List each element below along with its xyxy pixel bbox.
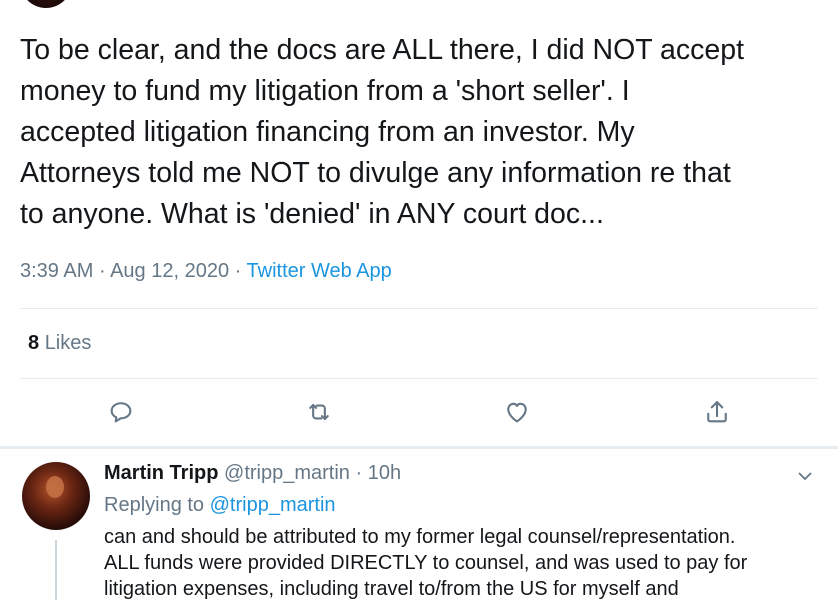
tweet-time[interactable]: 3:39 AM (20, 260, 93, 282)
section-divider (0, 446, 838, 449)
likes-number: 8 (28, 332, 40, 354)
share-button[interactable] (700, 395, 734, 429)
reply-author-avatar[interactable] (22, 462, 90, 530)
tweet-date[interactable]: Aug 12, 2020 (110, 260, 229, 282)
tweet-line: Attorneys told me NOT to divulge any inf… (20, 157, 731, 189)
meta-separator: · (234, 260, 242, 282)
tweet-metadata: 3:39 AM · Aug 12, 2020 · Twitter Web App (20, 260, 392, 283)
retweet-button[interactable] (302, 395, 336, 429)
replying-to: Replying to @tripp_martin (104, 494, 336, 517)
tweet-line: money to fund my litigation from a 'shor… (20, 75, 630, 107)
tweet-line: To be clear, and the docs are ALL there,… (20, 34, 745, 66)
tweet-line: accepted litigation financing from an in… (20, 116, 635, 148)
meta-separator: · (98, 260, 106, 282)
tweet-text: To be clear, and the docs are ALL there,… (20, 30, 820, 235)
reply-age[interactable]: 10h (368, 462, 401, 484)
divider (20, 308, 818, 309)
like-button[interactable] (500, 395, 534, 429)
replying-handle-link[interactable]: @tripp_martin (210, 494, 336, 516)
meta-separator: · (355, 462, 363, 484)
thread-connector-line (55, 540, 57, 600)
likes-label: Likes (44, 332, 92, 354)
reply-text: can and should be attributed to my forme… (104, 524, 824, 602)
divider (20, 378, 818, 379)
replying-label: Replying to (104, 494, 205, 516)
heart-icon (507, 402, 527, 423)
more-options-button[interactable] (795, 466, 815, 486)
tweet-line: to anyone. What is 'denied' in ANY court… (20, 198, 604, 230)
author-avatar[interactable] (20, 0, 72, 8)
reply-author-name[interactable]: Martin Tripp (104, 462, 218, 484)
reply-author-handle[interactable]: @tripp_martin (224, 462, 350, 484)
reply-header: Martin Tripp @tripp_martin · 10h (104, 462, 401, 485)
retweet-icon (309, 403, 329, 421)
reply-line: litigation expenses, including travel to… (104, 578, 679, 600)
tweet-source-link[interactable]: Twitter Web App (247, 260, 392, 282)
likes-count-link[interactable]: 8 Likes (28, 332, 91, 355)
reply-line: can and should be attributed to my forme… (104, 526, 736, 548)
reply-line: ALL funds were provided DIRECTLY to coun… (104, 552, 748, 574)
reply-icon (110, 402, 132, 423)
share-icon (707, 401, 727, 423)
chevron-down-icon (798, 472, 812, 481)
reply-button[interactable] (104, 395, 138, 429)
